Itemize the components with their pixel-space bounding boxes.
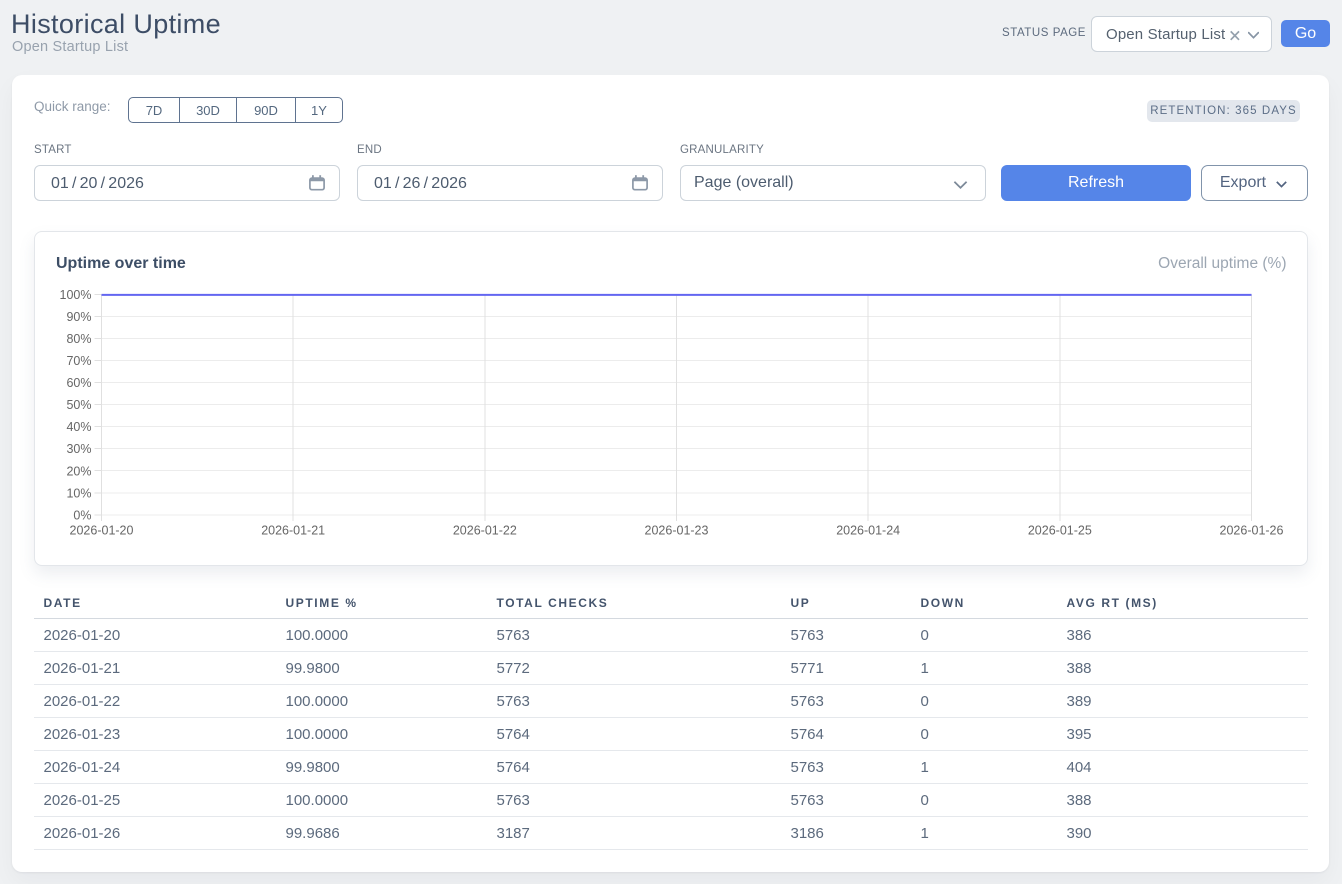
svg-text:2026-01-26: 2026-01-26 [1220, 524, 1284, 538]
svg-text:100%: 100% [60, 288, 92, 302]
svg-text:2026-01-21: 2026-01-21 [261, 524, 325, 538]
svg-text:0%: 0% [73, 508, 91, 522]
svg-text:2026-01-23: 2026-01-23 [645, 524, 709, 538]
svg-text:2026-01-22: 2026-01-22 [453, 524, 517, 538]
svg-text:10%: 10% [66, 486, 91, 500]
svg-text:80%: 80% [66, 332, 91, 346]
svg-text:40%: 40% [66, 420, 91, 434]
svg-text:90%: 90% [66, 310, 91, 324]
svg-text:30%: 30% [66, 442, 91, 456]
svg-text:2026-01-24: 2026-01-24 [836, 524, 900, 538]
svg-text:2026-01-25: 2026-01-25 [1028, 524, 1092, 538]
svg-text:70%: 70% [66, 354, 91, 368]
svg-text:20%: 20% [66, 464, 91, 478]
svg-text:50%: 50% [66, 398, 91, 412]
svg-text:60%: 60% [66, 376, 91, 390]
svg-text:2026-01-20: 2026-01-20 [70, 524, 134, 538]
